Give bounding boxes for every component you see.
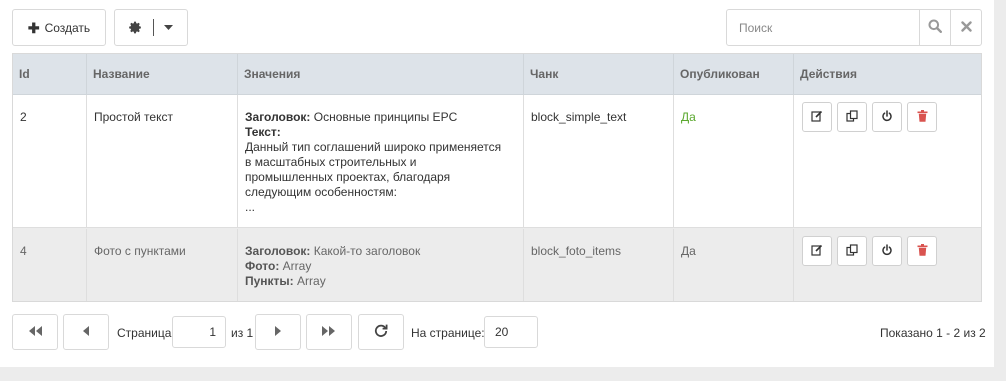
column-header-actions: Действия (800, 67, 858, 81)
value-line: Заголовок: Основные принципы EPC (245, 110, 458, 124)
cell-chunk: block_foto_items (524, 229, 674, 301)
next-page-button[interactable] (255, 314, 301, 350)
search-icon (928, 19, 942, 36)
toggle-publish-button[interactable] (872, 236, 902, 266)
copy-icon (846, 109, 858, 125)
edit-icon (811, 244, 823, 259)
column-header-values[interactable]: Значения (238, 54, 524, 94)
gear-icon (129, 21, 142, 34)
cell-values: Заголовок: Какой-то заголовок Фото: Arra… (238, 229, 524, 301)
power-icon (881, 109, 893, 125)
power-icon (881, 243, 893, 259)
copy-icon (846, 243, 858, 259)
shown-records-label: Показано 1 - 2 из 2 (880, 326, 986, 340)
cell-chunk: block_simple_text (524, 95, 674, 227)
double-right-arrow-icon (321, 325, 337, 339)
trash-icon (917, 109, 928, 125)
clear-search-button[interactable] (950, 10, 981, 45)
value-line: Фото: Array (245, 259, 312, 273)
button-divider (153, 19, 154, 36)
main-panel: ✚ Создать Id Название Значения Ча (0, 0, 994, 367)
close-icon (960, 20, 972, 35)
edit-button[interactable] (802, 102, 832, 132)
cell-actions (794, 229, 981, 301)
cell-published: Да (674, 229, 794, 301)
last-page-button[interactable] (306, 314, 352, 350)
plus-icon: ✚ (27, 19, 40, 36)
create-button[interactable]: ✚ Создать (12, 9, 106, 46)
cell-name: Простой текст (87, 95, 238, 227)
search-button[interactable] (919, 10, 950, 45)
delete-button[interactable] (907, 236, 937, 266)
value-line: Данный тип соглашений широко применяется (245, 140, 502, 154)
caret-down-icon (164, 25, 173, 30)
duplicate-button[interactable] (837, 236, 867, 266)
search-box (726, 9, 982, 46)
column-header-published[interactable]: Опубликован (674, 54, 794, 94)
search-input[interactable] (727, 10, 919, 45)
cell-actions (794, 95, 981, 227)
right-arrow-icon (274, 325, 282, 339)
first-page-button[interactable] (12, 314, 58, 350)
edit-button[interactable] (802, 236, 832, 266)
cell-values: Заголовок: Основные принципы EPC Текст: … (238, 95, 524, 227)
value-line: следующим особенностям: (245, 185, 397, 199)
per-page-label: На странице: (411, 326, 485, 340)
page-number-input[interactable] (172, 316, 226, 348)
per-page-input[interactable] (484, 316, 538, 348)
value-line: промышленных проектах, благодаря (245, 170, 451, 184)
duplicate-button[interactable] (837, 102, 867, 132)
create-button-label: Создать (44, 20, 91, 35)
column-header-name[interactable]: Название (87, 54, 238, 94)
grid-header: Id Название Значения Чанк Опубликован Де… (13, 54, 981, 95)
cell-published: Да (674, 95, 794, 227)
settings-dropdown-button[interactable] (114, 9, 188, 46)
previous-page-button[interactable] (63, 314, 109, 350)
cell-id: 4 (13, 229, 87, 301)
double-left-arrow-icon (27, 325, 43, 339)
refresh-button[interactable] (358, 314, 404, 350)
data-grid: Id Название Значения Чанк Опубликован Де… (12, 53, 982, 302)
value-line: Пункты: Array (245, 274, 326, 288)
value-line: ... (245, 200, 256, 214)
table-row[interactable]: 2 Простой текст Заголовок: Основные прин… (13, 95, 981, 228)
left-arrow-icon (82, 325, 90, 339)
column-header-id[interactable]: Id (13, 54, 87, 94)
refresh-icon (374, 324, 388, 341)
toggle-publish-button[interactable] (872, 102, 902, 132)
table-row[interactable]: 4 Фото с пунктами Заголовок: Какой-то за… (13, 229, 981, 301)
trash-icon (917, 243, 928, 259)
delete-button[interactable] (907, 102, 937, 132)
page-count-label: из 1 (231, 326, 254, 340)
value-line: Заголовок: Какой-то заголовок (245, 244, 421, 258)
cell-id: 2 (13, 95, 87, 227)
column-header-chunk[interactable]: Чанк (524, 54, 674, 94)
edit-icon (811, 110, 823, 125)
cell-name: Фото с пунктами (87, 229, 238, 301)
page-label: Страница (117, 326, 172, 340)
value-line: в масштабных строительных и (245, 155, 417, 169)
value-line: Текст: (245, 125, 281, 139)
